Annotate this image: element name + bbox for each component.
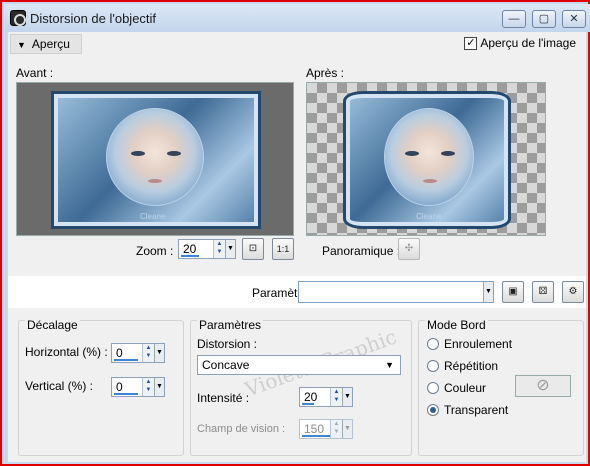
- fov-value: 150: [304, 422, 325, 436]
- image-preview-label: Aperçu de l'image: [480, 36, 576, 50]
- dropdown-arrow-icon[interactable]: ▼: [154, 344, 164, 362]
- fit-window-icon: ⊡: [248, 243, 258, 254]
- one-to-one-icon: 1:1: [276, 244, 290, 254]
- actual-size-button[interactable]: 1:1: [272, 238, 294, 260]
- preview-toggle-button[interactable]: ▼ Aperçu: [10, 34, 82, 54]
- save-preset-button[interactable]: ▣: [502, 281, 524, 303]
- radio-transparent[interactable]: Transparent: [427, 403, 508, 417]
- after-preview[interactable]: Cleane: [306, 82, 546, 236]
- radio-icon: [427, 360, 439, 372]
- dialog-body: ▼ Aperçu ✓ Aperçu de l'image Avant : Aprè…: [8, 32, 586, 462]
- spin-arrows-icon[interactable]: ▲ ▼: [330, 420, 342, 438]
- offset-group-title: Décalage: [25, 318, 80, 332]
- spin-arrows-icon[interactable]: ▲ ▼: [330, 388, 342, 406]
- minimize-button[interactable]: —: [502, 10, 526, 28]
- radio-color-label: Couleur: [444, 381, 487, 395]
- spin-arrows-icon[interactable]: ▲ ▼: [213, 240, 225, 258]
- presets-combobox[interactable]: ▼: [298, 281, 494, 303]
- distortion-select[interactable]: Concave ▼: [197, 355, 401, 375]
- zoom-spinbox[interactable]: 20 ▲ ▼ ▼: [178, 239, 236, 259]
- image-preview-checkbox[interactable]: ✓ Aperçu de l'image: [464, 36, 576, 50]
- fov-spinbox[interactable]: 150 ▲ ▼ ▼: [299, 419, 353, 439]
- pan-button[interactable]: ✣: [398, 238, 420, 260]
- dice-icon: ⚄: [538, 286, 548, 297]
- camera-icon: [10, 10, 26, 26]
- horizontal-spinbox[interactable]: 0 ▲ ▼ ▼: [111, 343, 165, 363]
- radio-wrap-label: Enroulement: [444, 337, 513, 351]
- vertical-label: Vertical (%) :: [25, 379, 94, 393]
- pan-label: Panoramique :: [322, 244, 401, 258]
- vertical-value: 0: [116, 380, 123, 394]
- color-swatch[interactable]: ⊘: [515, 375, 571, 397]
- radio-repeat-label: Répétition: [444, 359, 499, 373]
- intensity-label: Intensité :: [197, 391, 250, 405]
- distortion-label: Distorsion :: [197, 337, 258, 351]
- preview-toggle-label: Aperçu: [31, 37, 70, 51]
- dropdown-arrow-icon[interactable]: ▼: [342, 388, 352, 406]
- dropdown-arrow-icon[interactable]: ▼: [483, 282, 493, 302]
- random-preset-button[interactable]: ⚄: [532, 281, 554, 303]
- horizontal-label: Horizontal (%) :: [25, 345, 108, 359]
- distortion-value: Concave: [202, 358, 250, 372]
- preset-manager-icon: ⚙: [568, 286, 578, 297]
- dropdown-arrow-icon[interactable]: ▼: [154, 378, 164, 396]
- after-image: Cleane: [343, 91, 511, 229]
- title-bar: Distorsion de l'objectif — ▢ ✕: [4, 4, 590, 32]
- zoom-value: 20: [183, 242, 197, 256]
- intensity-spinbox[interactable]: 20 ▲ ▼ ▼: [299, 387, 353, 407]
- edge-mode-group-title: Mode Bord: [425, 318, 488, 332]
- zoom-level-bar: [181, 255, 199, 257]
- radio-icon: [427, 382, 439, 394]
- move-arrows-icon: ✣: [404, 243, 414, 254]
- floppy-disk-icon: ▣: [508, 286, 518, 297]
- portrait-circle: [106, 108, 204, 206]
- intensity-value: 20: [304, 390, 318, 404]
- after-label: Après :: [306, 66, 345, 80]
- spin-arrows-icon[interactable]: ▲ ▼: [142, 344, 154, 362]
- dropdown-arrow-icon[interactable]: ▼: [225, 240, 235, 258]
- checkbox-check-icon: ✓: [464, 36, 478, 50]
- eye-right: [441, 151, 455, 156]
- triangle-down-icon: ▼: [17, 40, 26, 50]
- radio-transparent-label: Transparent: [444, 403, 509, 417]
- vertical-level-bar: [114, 393, 138, 395]
- radio-icon: [427, 338, 439, 350]
- no-color-icon: ⊘: [536, 377, 550, 394]
- vertical-spinbox[interactable]: 0 ▲ ▼ ▼: [111, 377, 165, 397]
- zoom-label: Zoom :: [136, 244, 174, 258]
- window-title: Distorsion de l'objectif: [30, 11, 157, 26]
- eye-right: [167, 151, 181, 156]
- before-label: Avant :: [16, 66, 54, 80]
- radio-repeat[interactable]: Répétition: [427, 359, 498, 373]
- radio-wrap[interactable]: Enroulement: [427, 337, 512, 351]
- fov-label: Champ de vision :: [197, 423, 286, 435]
- offset-group: Décalage Horizontal (%) : 0 ▲ ▼ ▼ Vertica…: [18, 318, 184, 456]
- maximize-button[interactable]: ▢: [532, 10, 556, 28]
- mouth: [148, 179, 162, 183]
- presets-band: Paramètres ▼ ▣ ⚄ ⚙: [8, 276, 586, 308]
- parameters-group-title: Paramètres: [197, 318, 264, 332]
- dropdown-arrow-icon[interactable]: ▼: [342, 420, 352, 438]
- intensity-level-bar: [302, 403, 314, 405]
- horizontal-level-bar: [114, 359, 138, 361]
- manage-presets-button[interactable]: ⚙: [562, 281, 584, 303]
- window-frame: Distorsion de l'objectif — ▢ ✕ ▼ Aperçu ✓…: [0, 0, 590, 466]
- fit-to-window-button[interactable]: ⊡: [242, 238, 264, 260]
- before-preview[interactable]: Cleane: [16, 82, 294, 236]
- image-signature: Cleane: [140, 212, 166, 221]
- radio-color[interactable]: Couleur: [427, 381, 486, 395]
- spin-arrows-icon[interactable]: ▲ ▼: [142, 378, 154, 396]
- parameters-group: VioletteGraphic Paramètres Distorsion : …: [190, 318, 412, 456]
- edge-mode-group: Mode Bord Enroulement Répétition Couleur…: [418, 318, 584, 456]
- portrait-circle-distorted: [384, 108, 474, 206]
- image-signature: Cleane: [416, 212, 442, 221]
- mouth: [423, 179, 437, 183]
- eye-left: [131, 151, 145, 156]
- chevron-down-icon: ▼: [385, 360, 394, 370]
- radio-icon: [427, 404, 439, 416]
- close-button[interactable]: ✕: [562, 10, 586, 28]
- horizontal-value: 0: [116, 346, 123, 360]
- eye-left: [405, 151, 419, 156]
- before-image: Cleane: [51, 91, 261, 229]
